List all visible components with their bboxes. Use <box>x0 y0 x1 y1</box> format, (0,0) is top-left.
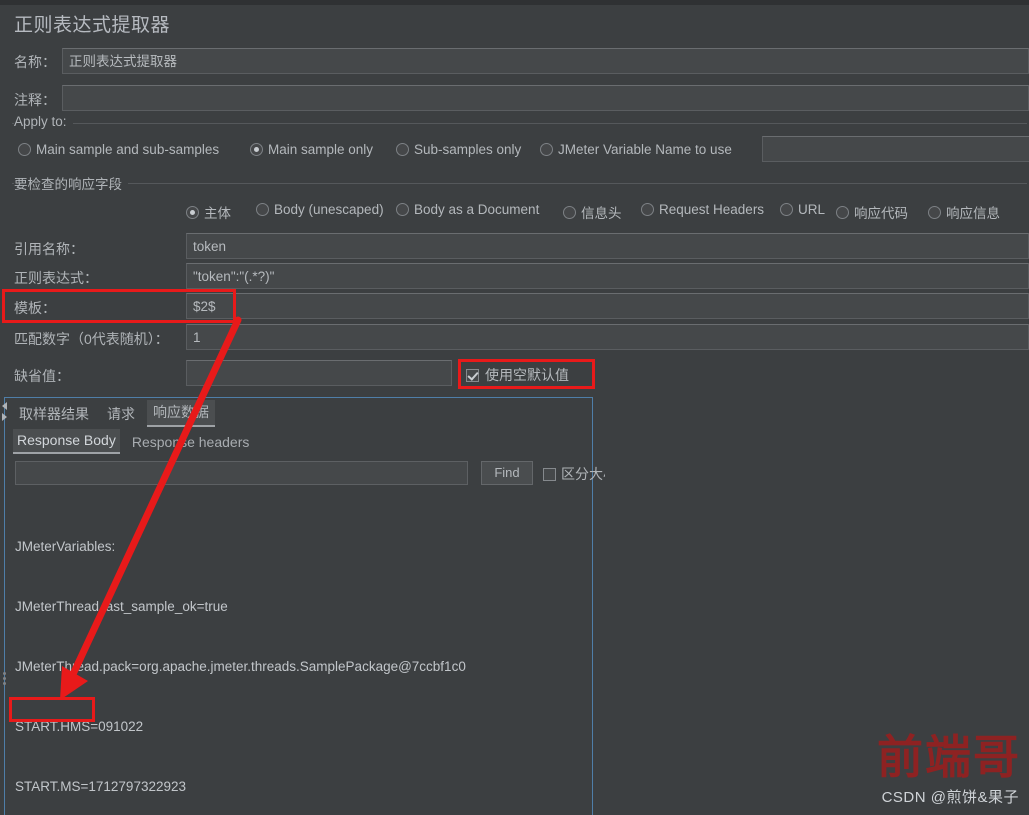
reference-name-input[interactable]: token <box>186 233 1029 259</box>
radio-jmeter-variable-name[interactable]: JMeter Variable Name to use <box>540 142 732 157</box>
radio-label: Main sample only <box>268 142 374 157</box>
window-title-bar <box>0 0 1029 5</box>
body-line: JMeterThread.pack=org.apache.jmeter.thre… <box>15 659 466 674</box>
results-tabs: 取样器结果 请求 响应数据 <box>5 398 592 427</box>
radio-dot-icon <box>836 205 849 219</box>
radio-dot-icon <box>18 143 31 156</box>
case-sensitive-checkbox[interactable]: 区分大小写 <box>543 464 605 484</box>
tab-sampler-result[interactable]: 取样器结果 <box>13 402 95 427</box>
default-value-label: 缺省值： <box>14 368 70 384</box>
radio-label: Request Headers <box>659 202 765 217</box>
jmeter-variable-name-input[interactable] <box>762 136 1029 162</box>
radio-label: 响应代码 <box>854 206 908 221</box>
radio-sub-samples-only[interactable]: Sub-samples only <box>396 142 521 157</box>
field-to-check-group-line <box>12 183 1027 184</box>
radio-response-code[interactable]: 响应代码 <box>836 202 908 222</box>
find-input[interactable] <box>15 461 468 485</box>
name-label: 名称： <box>14 54 56 70</box>
template-label: 模板： <box>14 300 56 316</box>
watermark-title: 前端哥 <box>877 730 1021 784</box>
checkbox-icon <box>543 467 556 481</box>
radio-label: 信息头 <box>581 206 622 221</box>
radio-dot-icon <box>780 203 793 216</box>
radio-dot-icon <box>396 143 409 156</box>
radio-label: Body (unescaped) <box>274 202 384 217</box>
body-line: JMeterVariables: <box>15 539 116 554</box>
use-empty-default-label: 使用空默认值 <box>485 367 569 383</box>
radio-body-unescaped[interactable]: Body (unescaped) <box>256 202 384 217</box>
apply-to-group-line <box>12 123 1027 124</box>
subtab-response-body[interactable]: Response Body <box>13 429 120 454</box>
radio-label: JMeter Variable Name to use <box>558 142 732 157</box>
body-line: JMeterThread.last_sample_ok=true <box>15 599 228 614</box>
radio-headers[interactable]: 信息头 <box>563 202 622 222</box>
template-input[interactable]: $2$ <box>186 293 1029 319</box>
radio-request-headers[interactable]: Request Headers <box>641 202 764 217</box>
radio-dot-icon <box>256 203 269 216</box>
name-input[interactable]: 正则表达式提取器 <box>62 48 1029 74</box>
results-panel: 取样器结果 请求 响应数据 Response Body Response hea… <box>4 397 605 815</box>
comment-input[interactable] <box>62 85 1029 111</box>
collapse-arrows-icon[interactable] <box>0 400 9 424</box>
watermark-credit: CSDN @煎饼&果子 <box>881 789 1019 806</box>
radio-label: 响应信息 <box>946 206 1000 221</box>
radio-main-sample-and-sub-samples[interactable]: Main sample and sub-samples <box>18 142 219 157</box>
regex-input[interactable]: "token":"(.*?)" <box>186 263 1029 289</box>
body-line: START.MS=1712797322923 <box>15 779 186 794</box>
radio-label: URL <box>798 202 826 217</box>
page-title: 正则表达式提取器 <box>14 15 171 36</box>
response-body-text[interactable]: JMeterVariables: JMeterThread.last_sampl… <box>15 497 593 813</box>
regex-extractor-window: 正则表达式提取器 名称： 正则表达式提取器 注释： Apply to: Main… <box>0 0 1029 815</box>
case-sensitive-label: 区分大小写 <box>561 466 605 482</box>
match-number-label: 匹配数字（0代表随机）： <box>14 331 169 347</box>
radio-body[interactable]: 主体 <box>186 202 231 222</box>
radio-dot-icon <box>540 143 553 156</box>
tab-response-data[interactable]: 响应数据 <box>147 400 215 427</box>
find-button[interactable]: Find <box>481 461 533 485</box>
regex-label: 正则表达式： <box>14 270 98 286</box>
radio-label: Sub-samples only <box>414 142 522 157</box>
body-line: START.HMS=091022 <box>15 719 144 734</box>
radio-dot-icon <box>396 203 409 216</box>
radio-label: 主体 <box>204 206 231 221</box>
default-value-input[interactable] <box>186 360 452 386</box>
match-number-input[interactable]: 1 <box>186 324 1029 350</box>
radio-dot-icon <box>928 205 941 219</box>
radio-dot-selected-icon <box>250 143 263 156</box>
tab-request[interactable]: 请求 <box>101 402 141 427</box>
response-subtabs: Response Body Response headers <box>13 429 253 454</box>
radio-dot-icon <box>641 203 654 216</box>
radio-url[interactable]: URL <box>780 202 825 217</box>
field-to-check-group-label: 要检查的响应字段 <box>14 173 128 193</box>
radio-body-as-document[interactable]: Body as a Document <box>396 202 539 217</box>
reference-name-label: 引用名称： <box>14 241 84 257</box>
subtab-response-headers[interactable]: Response headers <box>128 431 254 454</box>
use-empty-default-checkbox[interactable]: 使用空默认值 <box>466 365 569 385</box>
find-toolbar: Find 区分大小写 <box>15 461 605 485</box>
radio-main-sample-only[interactable]: Main sample only <box>250 142 373 157</box>
comment-label: 注释： <box>14 92 56 108</box>
radio-label: Main sample and sub-samples <box>36 142 220 157</box>
checkbox-checked-icon <box>466 368 479 382</box>
splitter-handle[interactable] <box>1 670 8 686</box>
radio-dot-selected-icon <box>186 205 199 219</box>
radio-response-message[interactable]: 响应信息 <box>928 202 1000 222</box>
radio-dot-icon <box>563 205 576 219</box>
apply-to-group-label: Apply to: <box>14 114 73 129</box>
radio-label: Body as a Document <box>414 202 540 217</box>
